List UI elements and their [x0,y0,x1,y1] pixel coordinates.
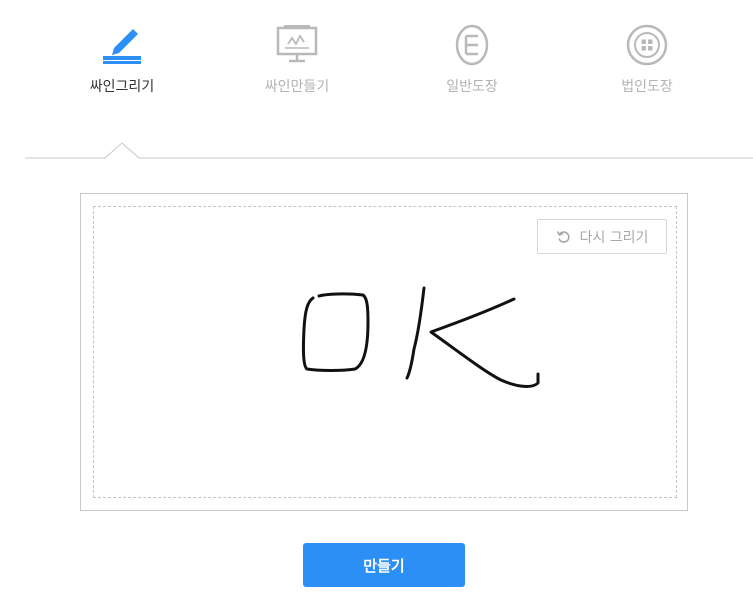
tab-general-stamp[interactable]: 일반도장 [402,18,542,98]
tab-corporate-stamp-label: 법인도장 [621,79,673,95]
tab-divider [25,142,753,160]
tab-general-stamp-label: 일반도장 [446,79,498,95]
tab-draw-sign-label: 싸인그리기 [89,79,155,95]
tab-make-sign[interactable]: 싸인만들기 [227,18,367,98]
tab-make-sign-label: 싸인만들기 [264,79,330,95]
monitor-signature-icon [275,22,319,66]
signature-canvas-frame: 다시 그리기 [80,193,688,511]
sign-page: 싸인그리기 싸인만들기 일반도장 법인도장 다시 그리기 만들기 [0,0,753,605]
redraw-button-label: 다시 그리기 [579,229,649,246]
pen-draw-icon [100,22,144,66]
rotate-ccw-icon [556,230,570,243]
round-stamp-icon [625,22,669,66]
sign-type-tabs: 싸인그리기 싸인만들기 일반도장 법인도장 [0,0,753,110]
tab-draw-sign[interactable]: 싸인그리기 [52,18,192,98]
tab-corporate-stamp[interactable]: 법인도장 [577,18,717,98]
redraw-button[interactable]: 다시 그리기 [537,219,667,254]
oval-stamp-icon [450,22,494,66]
make-button[interactable]: 만들기 [303,543,465,587]
